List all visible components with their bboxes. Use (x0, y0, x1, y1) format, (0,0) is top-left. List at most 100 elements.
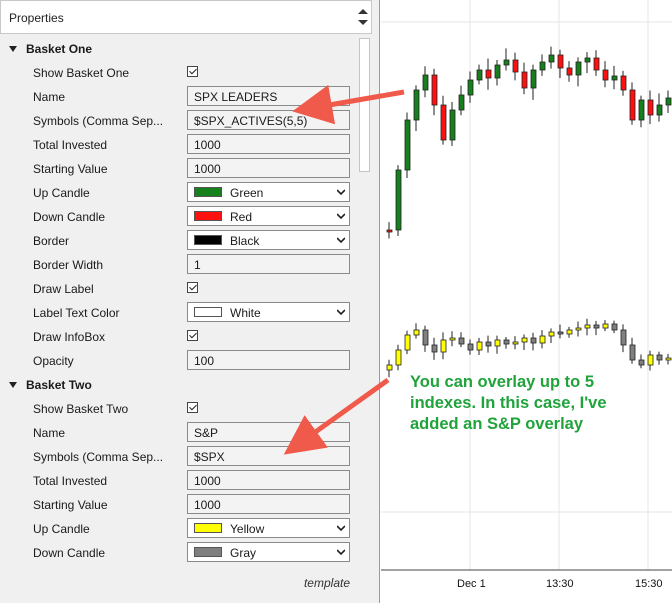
symbols-input[interactable]: $SPX_ACTIVES(5,5) (187, 110, 350, 130)
candle-body (476, 341, 483, 351)
up-candle-value: Yellow (230, 522, 265, 536)
candle-body (503, 59, 510, 66)
row-starting-value-2: Starting Value 1000 (0, 492, 355, 516)
candle-body (584, 57, 591, 63)
draw-infobox-checkbox[interactable] (187, 330, 198, 341)
color-swatch (194, 235, 222, 245)
price-chart[interactable]: Dec 1 13:30 15:30 (381, 0, 672, 603)
name-input[interactable]: SPX LEADERS (187, 86, 350, 106)
candle-body (665, 357, 672, 361)
border-dropdown[interactable]: Black (187, 230, 350, 250)
color-swatch (194, 547, 222, 557)
down-candle-dropdown[interactable]: Gray (187, 542, 350, 562)
starting-value-input[interactable]: 1000 (187, 158, 350, 178)
candle-body (539, 61, 546, 71)
candle-body (404, 119, 411, 171)
down-candle-dropdown[interactable]: Red (187, 206, 350, 226)
panel-title: Properties (9, 11, 64, 25)
candle-body (593, 57, 600, 71)
starting-value-label: Starting Value (33, 162, 108, 176)
candle-body (548, 331, 555, 337)
row-up-candle: Up Candle Green (0, 180, 355, 204)
arrow-down-icon[interactable] (358, 20, 368, 25)
candle-body (638, 359, 645, 366)
symbols-input[interactable]: $SPX (187, 446, 350, 466)
properties-panel: Properties Basket One Show Basket One Na… (0, 0, 380, 603)
row-starting-value: Starting Value 1000 (0, 156, 355, 180)
name-label: Name (33, 90, 66, 104)
panel-footer: template (0, 568, 372, 603)
candle-body (404, 334, 411, 351)
collapse-triangle-icon[interactable] (9, 382, 17, 388)
symbols-label: Symbols (Comma Sep... (33, 450, 164, 464)
candle-body (512, 341, 519, 345)
candle-body (539, 335, 546, 344)
candle-body (566, 67, 573, 76)
collapse-triangle-icon[interactable] (9, 46, 17, 52)
chevron-down-icon (337, 309, 345, 316)
candlestick-chart[interactable] (381, 0, 672, 603)
total-invested-label: Total Invested (33, 138, 108, 152)
arrow-up-icon[interactable] (358, 9, 368, 14)
candle-body (530, 337, 537, 344)
color-swatch (194, 523, 222, 533)
row-border: Border Black (0, 228, 355, 252)
row-show-basket-two: Show Basket Two (0, 396, 355, 420)
row-down-candle-2: Down Candle Gray (0, 540, 355, 564)
down-candle-label: Down Candle (33, 210, 106, 224)
candle-body (395, 349, 402, 366)
total-invested-input[interactable]: 1000 (187, 470, 350, 490)
panel-scrollbar-thumb[interactable] (359, 38, 370, 172)
candle-body (647, 354, 654, 366)
color-swatch (194, 307, 222, 317)
down-candle-value: Red (230, 210, 253, 224)
total-invested-input[interactable]: 1000 (187, 134, 350, 154)
candle-body (620, 329, 627, 346)
candle-body (494, 339, 501, 347)
up-candle-dropdown[interactable]: Yellow (187, 518, 350, 538)
candle-body (440, 339, 447, 353)
candle-body (530, 69, 537, 89)
template-label[interactable]: template (304, 576, 350, 590)
panel-header: Properties (0, 0, 372, 34)
row-symbols: Symbols (Comma Sep... $SPX_ACTIVES(5,5) (0, 108, 355, 132)
candle-body (629, 344, 636, 361)
color-swatch (194, 187, 222, 197)
candle-body (431, 344, 438, 353)
border-width-input[interactable]: 1 (187, 254, 350, 274)
name-input[interactable]: S&P (187, 422, 350, 442)
starting-value-input[interactable]: 1000 (187, 494, 350, 514)
candle-body (521, 71, 528, 89)
symbols-label: Symbols (Comma Sep... (33, 114, 164, 128)
x-tick-15-30: 15:30 (635, 578, 663, 590)
panel-collapse-arrows[interactable] (355, 1, 371, 33)
chevron-down-icon (337, 549, 345, 556)
chevron-down-icon (337, 237, 345, 244)
show-basket-two-checkbox[interactable] (187, 402, 198, 413)
candle-body (548, 54, 555, 63)
draw-infobox-label: Draw InfoBox (33, 330, 106, 344)
candle-body (395, 169, 402, 231)
panel-scrollbar[interactable] (357, 34, 372, 574)
section-basket-two[interactable]: Basket Two (0, 374, 355, 396)
candle-body (440, 104, 447, 141)
label-text-color-dropdown[interactable]: White (187, 302, 350, 322)
candle-body (485, 69, 492, 79)
row-draw-infobox: Draw InfoBox (0, 324, 355, 348)
border-width-label: Border Width (33, 258, 104, 272)
row-total-invested-2: Total Invested 1000 (0, 468, 355, 492)
show-basket-one-checkbox[interactable] (187, 66, 198, 77)
candle-body (476, 69, 483, 81)
draw-label-checkbox[interactable] (187, 282, 198, 293)
candle-body (449, 109, 456, 141)
chevron-down-icon (337, 189, 345, 196)
candle-body (611, 323, 618, 331)
up-candle-dropdown[interactable]: Green (187, 182, 350, 202)
candle-body (611, 75, 618, 81)
down-candle-value: Gray (230, 546, 257, 560)
opacity-input[interactable]: 100 (187, 350, 350, 370)
section-basket-one[interactable]: Basket One (0, 38, 355, 60)
border-label: Border (33, 234, 70, 248)
row-name-2: Name S&P (0, 420, 355, 444)
candle-body (656, 104, 663, 116)
